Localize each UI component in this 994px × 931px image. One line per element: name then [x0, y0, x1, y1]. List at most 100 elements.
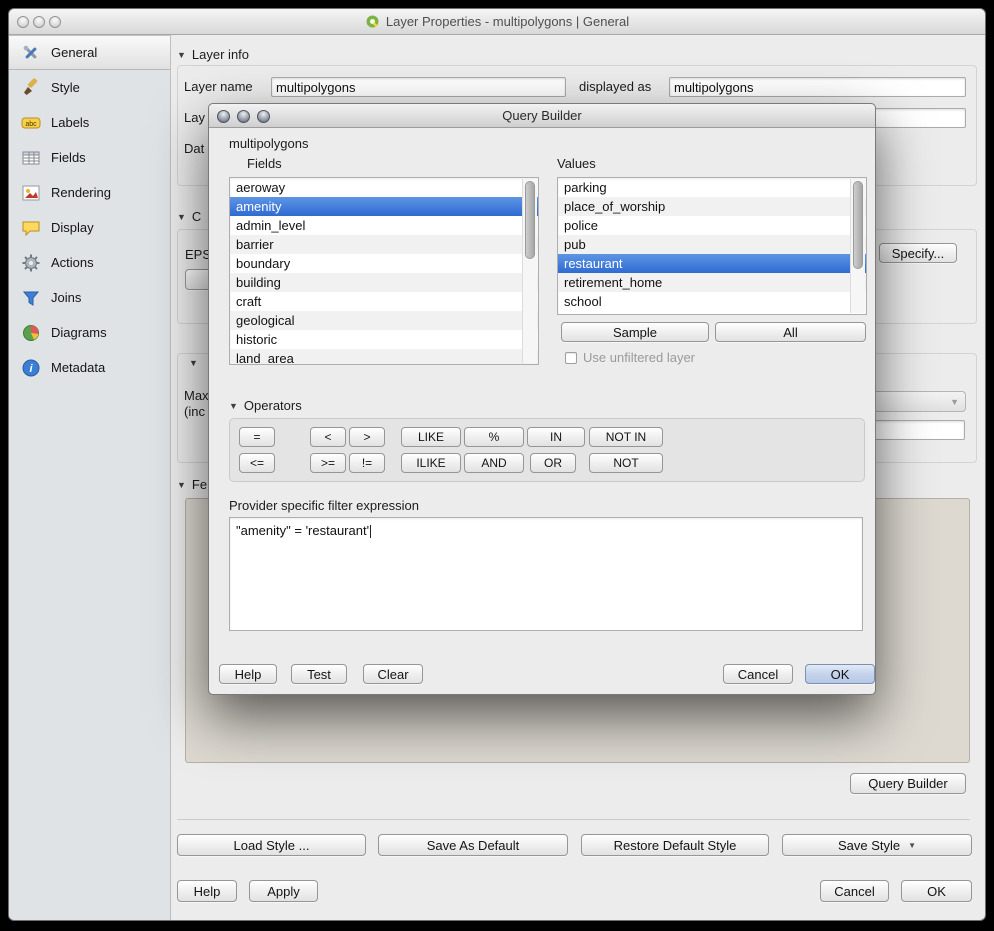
fields-list-item[interactable]: building [230, 273, 538, 292]
values-label: Values [557, 154, 596, 174]
help-button[interactable]: Help [177, 880, 237, 902]
svg-text:abc: abc [25, 120, 37, 127]
scrollbar-thumb[interactable] [853, 181, 863, 269]
window-title: Layer Properties - multipolygons | Gener… [365, 14, 629, 29]
scrollbar-thumb[interactable] [525, 181, 535, 259]
operator-or-button[interactable]: OR [530, 453, 576, 473]
qgis-logo-icon [365, 14, 380, 29]
values-list-item-selected[interactable]: restaurant [558, 254, 866, 273]
fields-list-item[interactable]: craft [230, 292, 538, 311]
disclosure-triangle-icon[interactable]: ▼ [177, 50, 186, 60]
fields-list-item[interactable]: boundary [230, 254, 538, 273]
divider [177, 819, 970, 820]
sidebar-item-rendering[interactable]: Rendering [9, 175, 170, 210]
displayed-as-label: displayed as [579, 77, 651, 97]
operator-not-in-button[interactable]: NOT IN [589, 427, 663, 447]
fields-list-item[interactable]: historic [230, 330, 538, 349]
minimize-button[interactable] [33, 16, 45, 28]
sidebar-item-display[interactable]: Display [9, 210, 170, 245]
gear-icon [21, 253, 41, 273]
dialog-cancel-button[interactable]: Cancel [723, 664, 793, 684]
operator-gt-button[interactable]: > [349, 427, 385, 447]
operator-ne-button[interactable]: != [349, 453, 385, 473]
values-list-item[interactable]: police [558, 216, 866, 235]
data-label-fragment: Dat [184, 139, 204, 159]
sidebar-item-fields[interactable]: Fields [9, 140, 170, 175]
dialog-minimize-button[interactable] [237, 110, 250, 123]
ok-button[interactable]: OK [901, 880, 972, 902]
filter-expression-textarea[interactable]: "amenity" = 'restaurant' [229, 517, 863, 631]
fields-list-item[interactable]: land_area [230, 349, 538, 365]
use-unfiltered-checkbox[interactable] [565, 352, 577, 364]
test-button[interactable]: Test [291, 664, 347, 684]
save-as-default-button[interactable]: Save As Default [378, 834, 568, 856]
specify-crs-button[interactable]: Specify... [879, 243, 957, 263]
operator-le-button[interactable]: <= [239, 453, 275, 473]
values-list-item[interactable]: retirement_home [558, 273, 866, 292]
filter-expression-text: "amenity" = 'restaurant' [236, 523, 369, 538]
fields-list-item[interactable]: admin_level [230, 216, 538, 235]
values-list-item[interactable]: school [558, 292, 866, 311]
operator-not-button[interactable]: NOT [589, 453, 663, 473]
load-style-button[interactable]: Load Style ... [177, 834, 366, 856]
sidebar-item-diagrams[interactable]: Diagrams [9, 315, 170, 350]
fields-list-item[interactable]: barrier [230, 235, 538, 254]
values-list-item[interactable]: pub [558, 235, 866, 254]
abc-label-icon: abc [21, 113, 41, 133]
sidebar-item-metadata[interactable]: i Metadata [9, 350, 170, 385]
crs-header-fragment: ▼ C [177, 209, 201, 224]
save-style-button[interactable]: Save Style ▼ [782, 834, 972, 856]
sample-button[interactable]: Sample [561, 322, 709, 342]
tools-icon [21, 43, 41, 63]
dialog-zoom-button[interactable] [257, 110, 270, 123]
feature-subset-header-fragment: ▼ Fe [177, 477, 207, 492]
sidebar-item-labels[interactable]: abc Labels [9, 105, 170, 140]
layer-name-input[interactable] [271, 77, 566, 97]
restore-default-style-button[interactable]: Restore Default Style [581, 834, 769, 856]
values-list-item[interactable]: place_of_worship [558, 197, 866, 216]
disclosure-triangle-icon[interactable]: ▼ [189, 358, 198, 368]
scale-header-fragment: ▼ [189, 358, 198, 368]
close-button[interactable] [17, 16, 29, 28]
sidebar-item-actions[interactable]: Actions [9, 245, 170, 280]
fields-list-item[interactable]: aeroway [230, 178, 538, 197]
fields-list-item[interactable]: geological [230, 311, 538, 330]
dialog-layer-name: multipolygons [229, 134, 309, 154]
operator-ilike-button[interactable]: ILIKE [401, 453, 461, 473]
displayed-as-input[interactable] [669, 77, 966, 97]
dialog-help-button[interactable]: Help [219, 664, 277, 684]
apply-button[interactable]: Apply [249, 880, 318, 902]
operator-ge-button[interactable]: >= [310, 453, 346, 473]
info-icon: i [21, 358, 41, 378]
operator-lt-button[interactable]: < [310, 427, 346, 447]
all-button[interactable]: All [715, 322, 866, 342]
sidebar-item-joins[interactable]: Joins [9, 280, 170, 315]
operator-like-button[interactable]: LIKE [401, 427, 461, 447]
sidebar-item-style[interactable]: Style [9, 70, 170, 105]
layer-name-label: Layer name [184, 77, 253, 97]
operators-panel: = < > LIKE % IN NOT IN <= >= != ILIKE AN… [229, 418, 865, 482]
cancel-button[interactable]: Cancel [820, 880, 889, 902]
fields-scrollbar[interactable] [522, 179, 537, 363]
values-scrollbar[interactable] [850, 179, 865, 313]
zoom-button[interactable] [49, 16, 61, 28]
disclosure-triangle-icon[interactable]: ▼ [177, 212, 186, 222]
clear-button[interactable]: Clear [363, 664, 423, 684]
operator-in-button[interactable]: IN [527, 427, 585, 447]
table-icon [21, 148, 41, 168]
query-builder-dialog: Query Builder multipolygons Fields Value… [208, 103, 876, 695]
dialog-title: Query Builder [502, 108, 581, 123]
dialog-close-button[interactable] [217, 110, 230, 123]
query-builder-button[interactable]: Query Builder [850, 773, 966, 794]
operator-eq-button[interactable]: = [239, 427, 275, 447]
sidebar-item-general[interactable]: General [9, 35, 170, 70]
pie-chart-icon [21, 323, 41, 343]
values-list-item[interactable]: parking [558, 178, 866, 197]
dialog-ok-button[interactable]: OK [805, 664, 875, 684]
values-list: parking place_of_worship police pub rest… [557, 177, 867, 315]
operator-percent-button[interactable]: % [464, 427, 524, 447]
disclosure-triangle-icon[interactable]: ▼ [229, 401, 238, 411]
disclosure-triangle-icon[interactable]: ▼ [177, 480, 186, 490]
fields-list-item-selected[interactable]: amenity [230, 197, 538, 216]
operator-and-button[interactable]: AND [464, 453, 524, 473]
